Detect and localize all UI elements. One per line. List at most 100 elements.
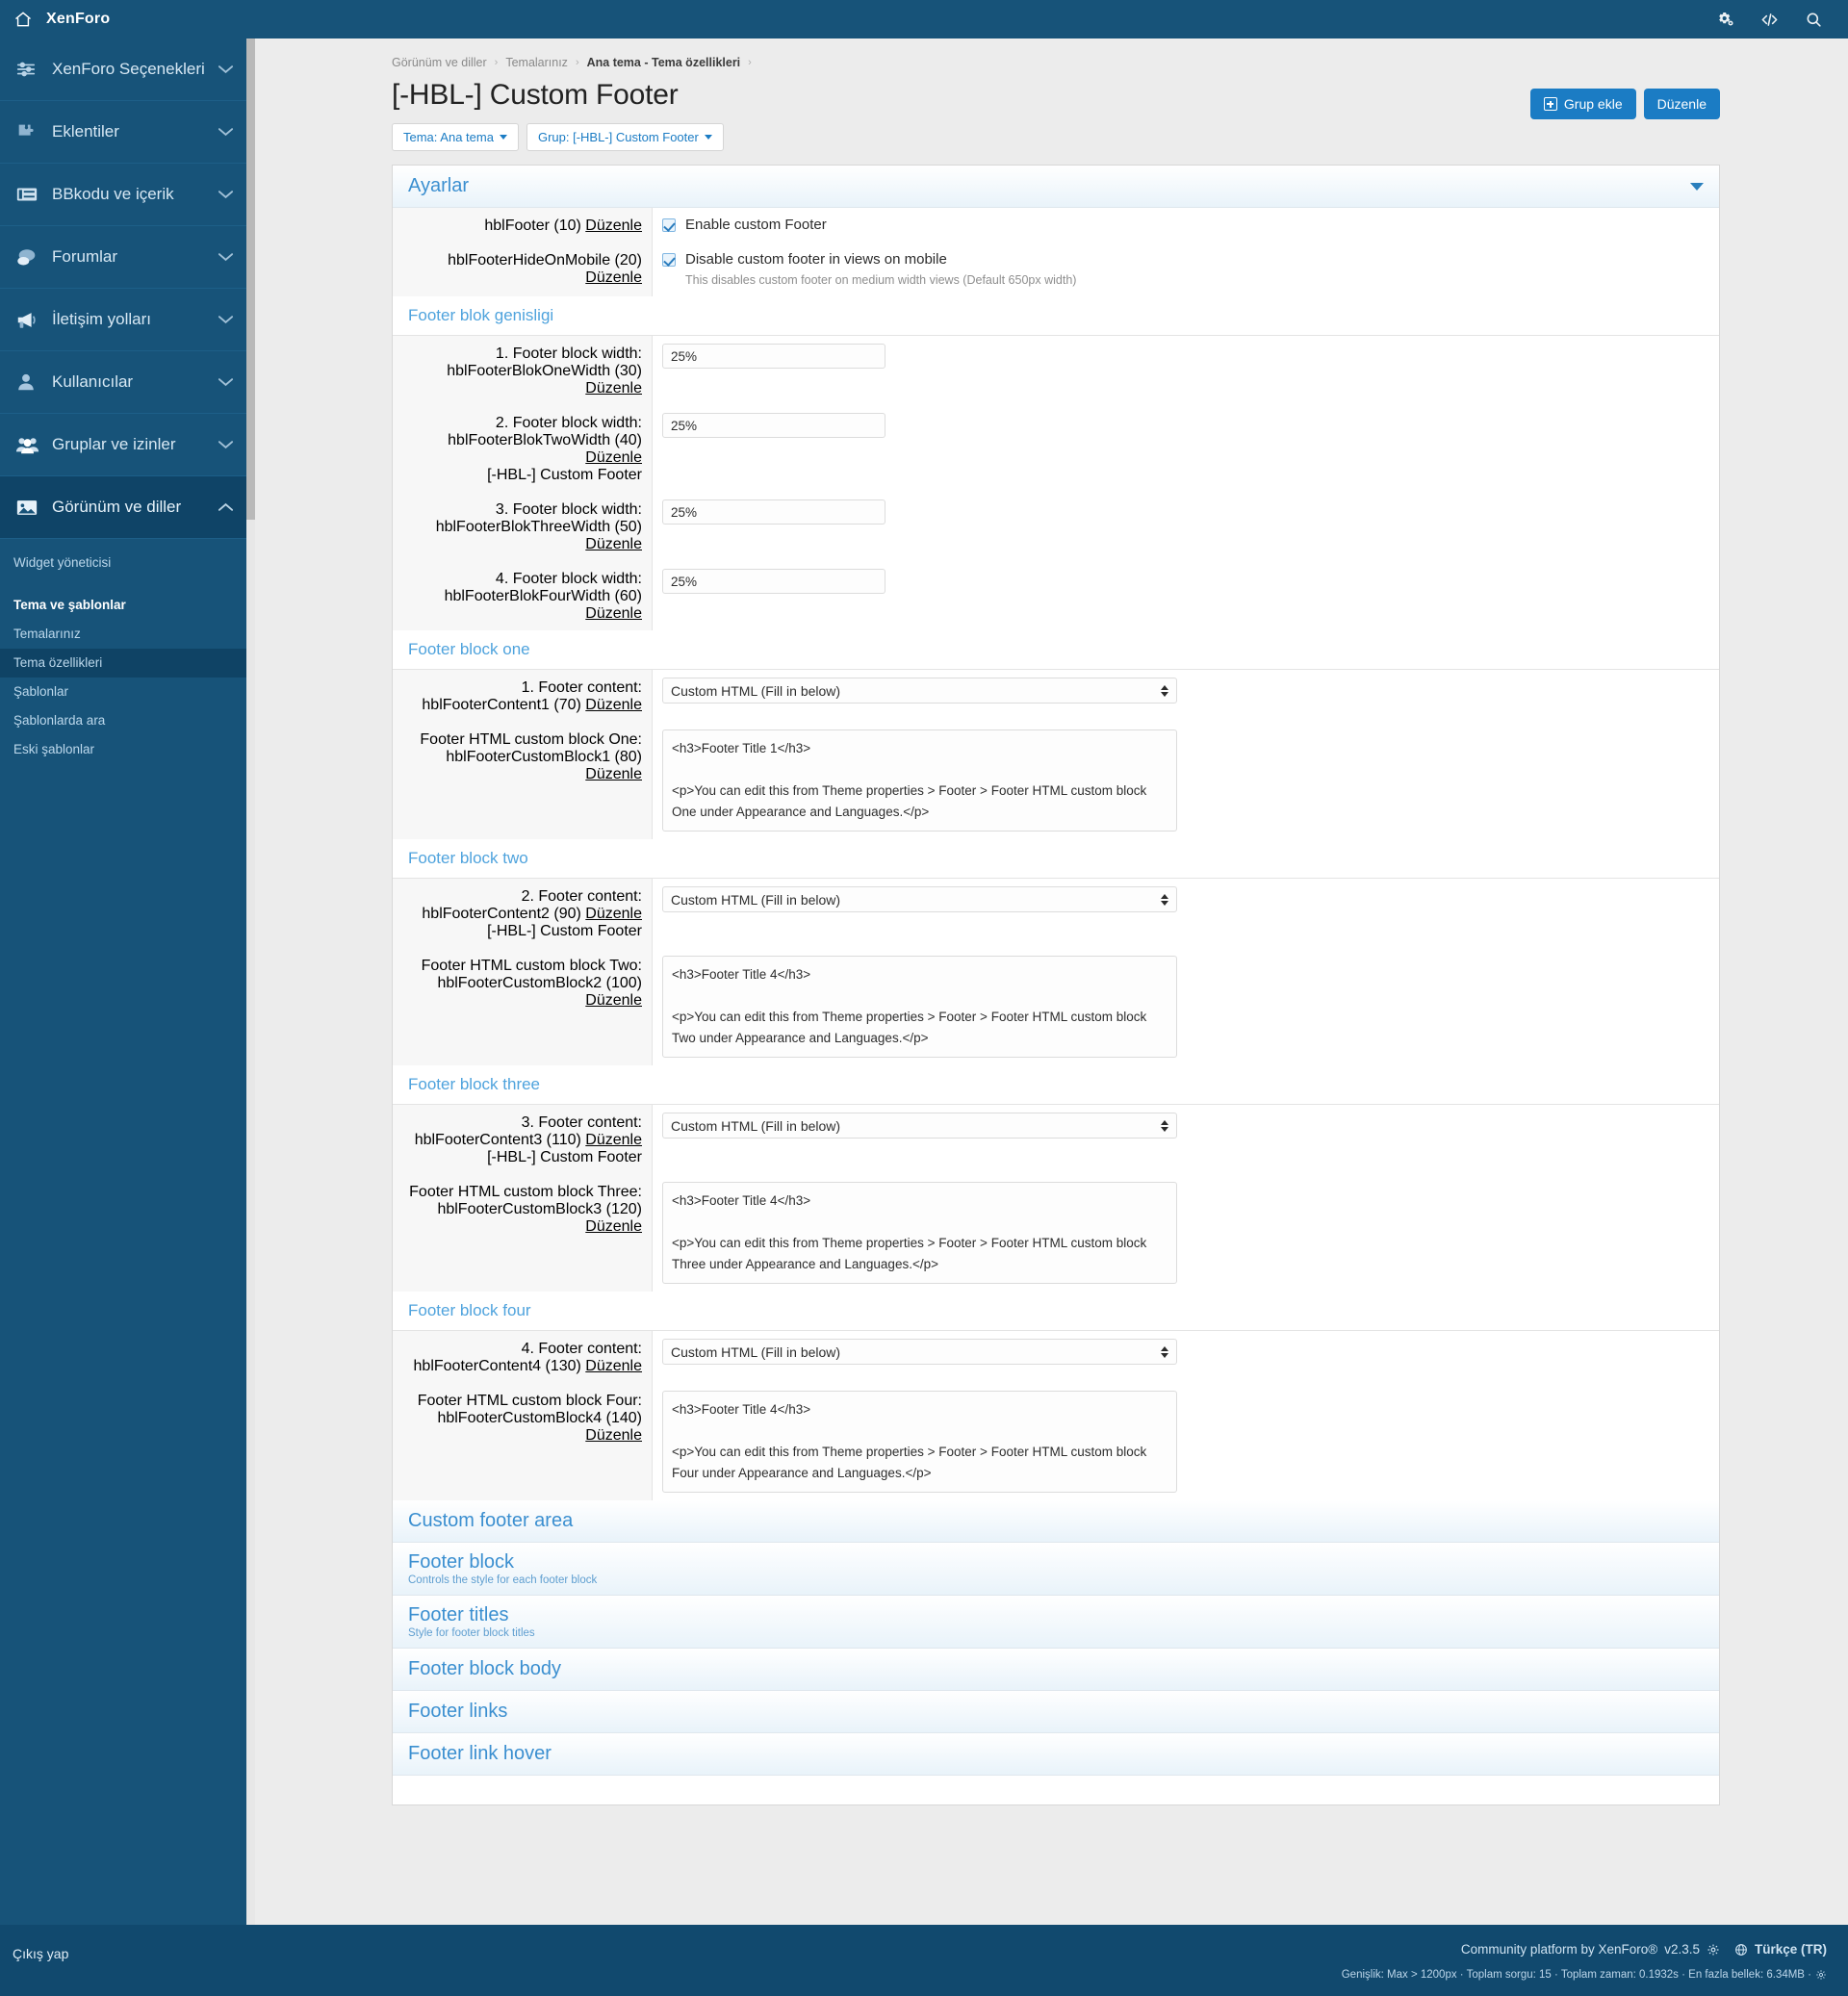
- input-block-one-width[interactable]: [662, 344, 886, 369]
- scrollbar-thumb[interactable]: [246, 38, 255, 520]
- select-value: Custom HTML (Fill in below): [671, 1343, 841, 1360]
- property-name: hblFooterContent4 (130): [413, 1358, 581, 1374]
- checkbox-line[interactable]: Enable custom Footer: [662, 216, 1709, 234]
- edit-link[interactable]: Düzenle: [585, 992, 642, 1009]
- breadcrumb-item-style-properties[interactable]: Ana tema - Tema özellikleri: [587, 56, 741, 69]
- row-value-cell: Custom HTML (Fill in below): [653, 1331, 1719, 1383]
- checkbox-disable-on-mobile[interactable]: [662, 253, 676, 267]
- code-icon[interactable]: [1759, 11, 1780, 29]
- section-header-footer-block-four[interactable]: Footer block four: [393, 1292, 1719, 1331]
- section-header-custom-footer-area[interactable]: Custom footer area: [393, 1500, 1719, 1543]
- sidebar-scrollbar[interactable]: [246, 38, 255, 1996]
- edit-link[interactable]: Düzenle: [585, 1358, 642, 1374]
- sidebar-item-users[interactable]: Kullanıcılar: [0, 351, 255, 414]
- logout-link[interactable]: Çıkış yap: [13, 1946, 68, 1961]
- section-header-footer-block-two[interactable]: Footer block two: [393, 839, 1719, 879]
- user-icon: [15, 371, 52, 393]
- row-label: Footer HTML custom block Two:: [421, 958, 642, 974]
- checkbox-description: This disables custom footer on medium wi…: [685, 273, 1077, 287]
- edit-link[interactable]: Düzenle: [585, 766, 642, 782]
- sidebar-subitem-your-styles[interactable]: Temalarınız: [0, 620, 255, 649]
- puzzle-icon: [15, 121, 52, 142]
- globe-icon[interactable]: [1734, 1943, 1748, 1957]
- input-block-three-width[interactable]: [662, 499, 886, 525]
- row-label: 1. Footer content:: [521, 679, 642, 696]
- sidebar-item-xenforo-options[interactable]: XenForo Seçenekleri: [0, 38, 255, 101]
- edit-link[interactable]: Düzenle: [585, 380, 642, 397]
- property-name: hblFooterCustomBlock2 (100): [437, 975, 642, 991]
- checkbox-enable-footer[interactable]: [662, 218, 676, 232]
- textarea-footer-html-2[interactable]: <h3>Footer Title 4</h3> <p>You can edit …: [662, 956, 1177, 1058]
- edit-button[interactable]: Düzenle: [1643, 89, 1720, 119]
- section-header-footer-block-one[interactable]: Footer block one: [393, 630, 1719, 670]
- select-footer-content-2[interactable]: Custom HTML (Fill in below): [662, 886, 1177, 912]
- sidebar-item-groups-permissions[interactable]: Gruplar ve izinler: [0, 414, 255, 476]
- search-icon[interactable]: [1805, 11, 1823, 29]
- section-header-settings[interactable]: Ayarlar: [393, 166, 1719, 208]
- chevron-down-icon[interactable]: [1690, 182, 1704, 191]
- edit-link[interactable]: Düzenle: [585, 906, 642, 922]
- select-arrows-icon: [1161, 684, 1168, 697]
- input-block-two-width[interactable]: [662, 413, 886, 438]
- chevron-down-icon: [704, 135, 712, 140]
- section-header-footer-links[interactable]: Footer links: [393, 1691, 1719, 1733]
- language-label[interactable]: Türkçe (TR): [1755, 1942, 1827, 1957]
- select-arrows-icon: [1161, 1345, 1168, 1358]
- gears-icon[interactable]: [1716, 11, 1734, 29]
- checkbox-line[interactable]: Disable custom footer in views on mobile…: [662, 250, 1709, 289]
- sidebar-item-appearance-languages[interactable]: Görünüm ve diller: [0, 476, 255, 539]
- select-value: Custom HTML (Fill in below): [671, 891, 841, 908]
- select-footer-content-1[interactable]: Custom HTML (Fill in below): [662, 678, 1177, 704]
- sidebar-item-bbcode-content[interactable]: BBkodu ve içerik: [0, 164, 255, 226]
- breadcrumb-item-appearance[interactable]: Görünüm ve diller: [392, 56, 487, 69]
- section-header-footer-block[interactable]: Footer block Controls the style for each…: [393, 1543, 1719, 1596]
- edit-link[interactable]: Düzenle: [585, 269, 642, 286]
- sidebar-subitem-style-properties[interactable]: Tema özellikleri: [0, 649, 255, 678]
- home-icon[interactable]: [0, 10, 46, 29]
- section-header-footer-block-width[interactable]: Footer blok genisligi: [393, 296, 1719, 336]
- edit-link[interactable]: Düzenle: [585, 1218, 642, 1235]
- section-header-footer-block-three[interactable]: Footer block three: [393, 1065, 1719, 1105]
- section-header-footer-titles[interactable]: Footer titles Style for footer block tit…: [393, 1596, 1719, 1649]
- row-value-cell: [653, 336, 1719, 405]
- sidebar-item-add-ons[interactable]: Eklentiler: [0, 101, 255, 164]
- input-block-four-width[interactable]: [662, 569, 886, 594]
- add-group-button[interactable]: Grup ekle: [1529, 89, 1636, 119]
- breadcrumb-item-your-styles[interactable]: Temalarınız: [505, 56, 568, 69]
- property-group-tag[interactable]: [-HBL-] Custom Footer: [402, 467, 642, 484]
- edit-link[interactable]: Düzenle: [585, 697, 642, 713]
- select-footer-content-4[interactable]: Custom HTML (Fill in below): [662, 1339, 1177, 1365]
- form-row-footer-content-2: 2. Footer content: hblFooterContent2 (90…: [393, 879, 1719, 948]
- gear-icon[interactable]: [1707, 1943, 1720, 1957]
- edit-link[interactable]: Düzenle: [585, 536, 642, 552]
- select-footer-content-3[interactable]: Custom HTML (Fill in below): [662, 1113, 1177, 1139]
- sidebar-subitem-search-templates[interactable]: Şablonlarda ara: [0, 706, 255, 735]
- sidebar-subitem-outdated-templates[interactable]: Eski şablonlar: [0, 735, 255, 764]
- textarea-footer-html-3[interactable]: <h3>Footer Title 4</h3> <p>You can edit …: [662, 1182, 1177, 1284]
- property-group-tag[interactable]: [-HBL-] Custom Footer: [402, 1149, 642, 1166]
- add-group-button-label: Grup ekle: [1563, 96, 1623, 112]
- edit-link[interactable]: Düzenle: [585, 218, 642, 234]
- style-filter-dropdown[interactable]: Tema: Ana tema: [392, 123, 519, 151]
- edit-link[interactable]: Düzenle: [585, 1132, 642, 1148]
- sidebar-subitem-styles-templates[interactable]: Tema ve şablonlar: [0, 591, 255, 620]
- gear-icon[interactable]: [1815, 1969, 1827, 1981]
- textarea-footer-html-1[interactable]: <h3>Footer Title 1</h3> <p>You can edit …: [662, 729, 1177, 832]
- property-group-tag[interactable]: [-HBL-] Custom Footer: [402, 923, 642, 940]
- select-arrows-icon: [1161, 893, 1168, 906]
- section-header-footer-block-body[interactable]: Footer block body: [393, 1649, 1719, 1691]
- sliders-icon: [15, 59, 52, 80]
- chevron-down-icon: [499, 135, 507, 140]
- textarea-footer-html-4[interactable]: <h3>Footer Title 4</h3> <p>You can edit …: [662, 1391, 1177, 1493]
- edit-link[interactable]: Düzenle: [585, 449, 642, 466]
- sidebar-subitem-templates[interactable]: Şablonlar: [0, 678, 255, 706]
- sidebar-subitem-widget-manager[interactable]: Widget yöneticisi: [0, 549, 255, 577]
- sidebar-item-forums[interactable]: Forumlar: [0, 226, 255, 289]
- section-header-footer-link-hover[interactable]: Footer link hover: [393, 1733, 1719, 1776]
- property-name: hblFooterBlokTwoWidth (40): [448, 432, 642, 448]
- group-filter-dropdown[interactable]: Grup: [-HBL-] Custom Footer: [526, 123, 724, 151]
- sidebar-item-communication[interactable]: İletişim yolları: [0, 289, 255, 351]
- sidebar-item-label: BBkodu ve içerik: [52, 185, 174, 203]
- edit-link[interactable]: Düzenle: [585, 1427, 642, 1444]
- edit-link[interactable]: Düzenle: [585, 605, 642, 622]
